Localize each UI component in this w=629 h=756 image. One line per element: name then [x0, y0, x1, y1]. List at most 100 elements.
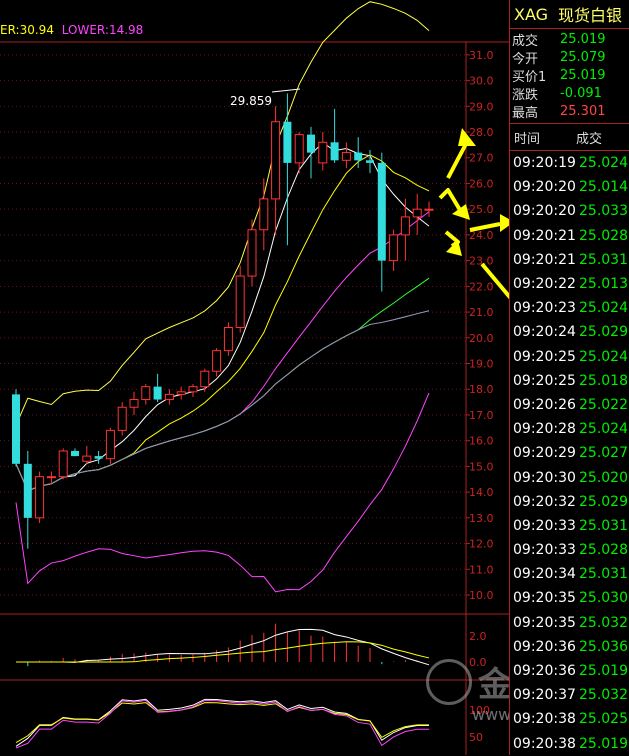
tick-time: 09:20:30	[513, 469, 576, 486]
tick-time: 09:20:25	[513, 372, 576, 389]
candle-body	[71, 450, 79, 457]
candle-body	[188, 386, 198, 393]
candle-body	[259, 198, 269, 231]
tick-row: 09:20:32 25.029	[510, 490, 629, 514]
tick-time: 09:20:36	[513, 663, 576, 680]
quote-value: 25.019	[560, 67, 606, 83]
quote-value: -0.091	[560, 85, 602, 101]
candle-body	[153, 386, 162, 400]
tick-price: 25.024	[579, 348, 628, 365]
candle-body	[235, 275, 245, 329]
quote-value: 25.079	[560, 49, 606, 65]
candle-body	[46, 476, 56, 479]
candle-body	[176, 391, 186, 395]
candle-body	[200, 370, 210, 388]
candle-body	[366, 160, 374, 163]
bollinger-legend: ER:30.94 LOWER:14.98	[0, 23, 143, 37]
tick-price: 25.032	[579, 614, 628, 631]
tick-row: 09:20:21 25.028	[510, 224, 629, 248]
tick-price: 25.022	[579, 396, 628, 413]
tick-price: 25.014	[579, 179, 628, 196]
quote-row: 买价1 25.019	[510, 66, 629, 85]
peak-label: 29.859	[230, 94, 272, 108]
tick-row: 09:20:21 25.031	[510, 248, 629, 272]
tick-row: 09:20:25 25.024	[510, 345, 629, 369]
tick-row: 09:20:25 25.018	[510, 369, 629, 393]
tick-time: 09:20:32	[513, 493, 576, 510]
kline-chart[interactable]: 31.030.029.028.027.026.025.024.023.022.0…	[0, 0, 509, 755]
tick-row: 09:20:34 25.031	[510, 562, 629, 586]
tick-row: 09:20:36 25.036	[510, 635, 629, 659]
tick-time: 09:20:38	[513, 735, 576, 752]
tick-price: 25.019	[579, 663, 628, 680]
tick-price: 25.036	[579, 638, 628, 655]
candle-body	[400, 216, 410, 236]
tick-price: 25.018	[579, 372, 628, 389]
candle-body	[117, 406, 127, 431]
candle-body	[330, 142, 339, 161]
candle-body	[294, 134, 304, 164]
y-tick-label: 13.0	[469, 512, 494, 525]
y-tick-label: 30.0	[469, 75, 494, 88]
quote-label: 买价1	[512, 69, 547, 85]
tick-price: 25.029	[579, 324, 628, 341]
tick-row: 09:20:33 25.031	[510, 514, 629, 538]
candle-body	[105, 429, 115, 460]
tick-row: 09:20:37 25.032	[510, 683, 629, 707]
tick-time: 09:20:35	[513, 614, 576, 631]
tick-time: 09:20:37	[513, 687, 576, 704]
candle-body	[94, 456, 103, 459]
y-tick-label: 28.0	[469, 126, 494, 139]
tick-time: 09:20:22	[513, 276, 576, 293]
tick-row: 09:20:24 25.029	[510, 320, 629, 344]
tick-time: 09:20:25	[513, 348, 576, 365]
tick-row: 09:20:33 25.028	[510, 538, 629, 562]
tick-price: 25.024	[579, 300, 628, 317]
candle-body	[23, 463, 32, 518]
quote-value: 25.019	[560, 31, 606, 47]
tick-price: 25.030	[579, 590, 628, 607]
y-tick-label: 21.0	[469, 306, 494, 319]
y-tick-label: 15.0	[469, 460, 494, 473]
candle-body	[212, 350, 222, 372]
kdj-axis-label: 50	[469, 731, 483, 744]
symbol-name: 现货白银	[558, 6, 623, 25]
y-tick-label: 29.0	[469, 100, 494, 113]
candle-body	[164, 393, 174, 401]
y-tick-label: 25.0	[469, 203, 494, 216]
candle-body	[223, 327, 233, 352]
quote-panel: XAG 现货白银 成交 25.019 今开 25.079 买价1 25.019 涨跌 -0.0…	[509, 0, 629, 755]
tick-row: 09:20:20 25.014	[510, 175, 629, 199]
y-tick-label: 19.0	[469, 358, 494, 371]
candle-body	[424, 208, 434, 211]
candle-body	[283, 121, 292, 163]
tick-time: 09:20:35	[513, 590, 576, 607]
quote-row: 成交 25.019	[510, 30, 629, 49]
tick-price: 25.024	[579, 421, 628, 438]
candle-body	[129, 399, 139, 408]
y-tick-label: 10.0	[469, 589, 494, 602]
y-tick-label: 27.0	[469, 152, 494, 165]
tick-list[interactable]: 09:20:19 25.024 09:20:20 25.014 09:20:20 25.0…	[510, 151, 629, 756]
y-tick-label: 26.0	[469, 177, 494, 190]
y-tick-label: 14.0	[469, 486, 494, 499]
tick-price: 25.027	[579, 445, 628, 462]
y-tick-label: 11.0	[469, 563, 494, 576]
tick-time: 09:20:29	[513, 445, 576, 462]
tick-price: 25.025	[579, 711, 628, 728]
y-tick-label: 22.0	[469, 280, 494, 293]
tick-row: 09:20:22 25.013	[510, 272, 629, 296]
tick-header-time: 时间	[514, 131, 541, 147]
tick-price: 25.020	[579, 469, 628, 486]
tick-price: 25.032	[579, 687, 628, 704]
tick-row: 09:20:35 25.032	[510, 611, 629, 635]
tick-time: 09:20:28	[513, 421, 576, 438]
tick-row: 09:20:19 25.024	[510, 151, 629, 175]
tick-time: 09:20:24	[513, 324, 576, 341]
legend-upper: ER:30.94	[0, 23, 54, 37]
tick-time: 09:20:38	[513, 711, 576, 728]
candle-body	[412, 208, 422, 218]
candle-body	[247, 229, 257, 277]
tick-row: 09:20:23 25.024	[510, 296, 629, 320]
y-tick-label: 31.0	[469, 49, 494, 62]
